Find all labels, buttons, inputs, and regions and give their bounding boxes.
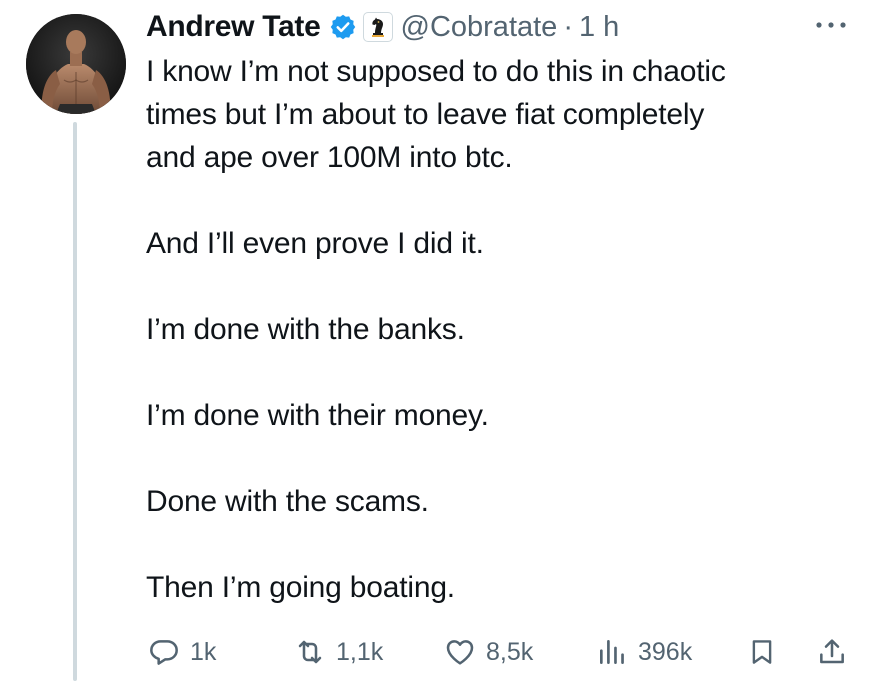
- timestamp[interactable]: 1 h: [579, 11, 619, 44]
- tweet-line: I’m done with their money.: [146, 399, 489, 432]
- tweet-line: and ape over 100M into btc.: [146, 141, 513, 174]
- more-horizontal-icon[interactable]: [808, 15, 854, 35]
- bookmark-icon: [744, 634, 780, 670]
- action-bar: 1k 1,1k 8,5k 396k: [146, 628, 856, 676]
- heart-icon: [442, 634, 478, 670]
- bookmark-button[interactable]: [744, 628, 780, 676]
- views-button[interactable]: 396k: [594, 628, 692, 676]
- views-icon: [594, 634, 630, 670]
- retweet-count: 1,1k: [336, 637, 384, 666]
- tweet-line: Then I’m going boating.: [146, 571, 455, 604]
- share-icon: [814, 634, 850, 670]
- author-name[interactable]: Andrew Tate: [146, 10, 321, 44]
- header-separator: ·: [563, 10, 573, 43]
- tweet-line: times but I’m about to leave fiat comple…: [146, 98, 705, 131]
- tweet-line: And I’ll even prove I did it.: [146, 227, 484, 260]
- retweet-button[interactable]: 1,1k: [292, 628, 383, 676]
- like-button[interactable]: 8,5k: [442, 628, 533, 676]
- tweet-text: I know I’m not supposed to do this in ch…: [146, 50, 866, 609]
- reply-icon: [146, 634, 182, 670]
- tweet-line: I’m done with the banks.: [146, 313, 465, 346]
- thread-line: [73, 122, 77, 681]
- verified-badge-icon: [329, 13, 357, 41]
- like-count: 8,5k: [486, 637, 534, 666]
- tweet-line: Done with the scams.: [146, 485, 429, 518]
- reply-count: 1k: [190, 637, 217, 666]
- views-count: 396k: [638, 637, 693, 666]
- author-handle[interactable]: @Cobratate: [401, 11, 558, 44]
- retweet-icon: [292, 634, 328, 670]
- reply-button[interactable]: 1k: [146, 628, 216, 676]
- share-button[interactable]: [814, 628, 850, 676]
- tweet-header: Andrew Tate @Cobratate · 1 h: [146, 4, 619, 50]
- chess-knight-badge-icon[interactable]: [362, 12, 393, 42]
- tweet-line: I know I’m not supposed to do this in ch…: [146, 55, 726, 88]
- avatar[interactable]: [26, 14, 126, 114]
